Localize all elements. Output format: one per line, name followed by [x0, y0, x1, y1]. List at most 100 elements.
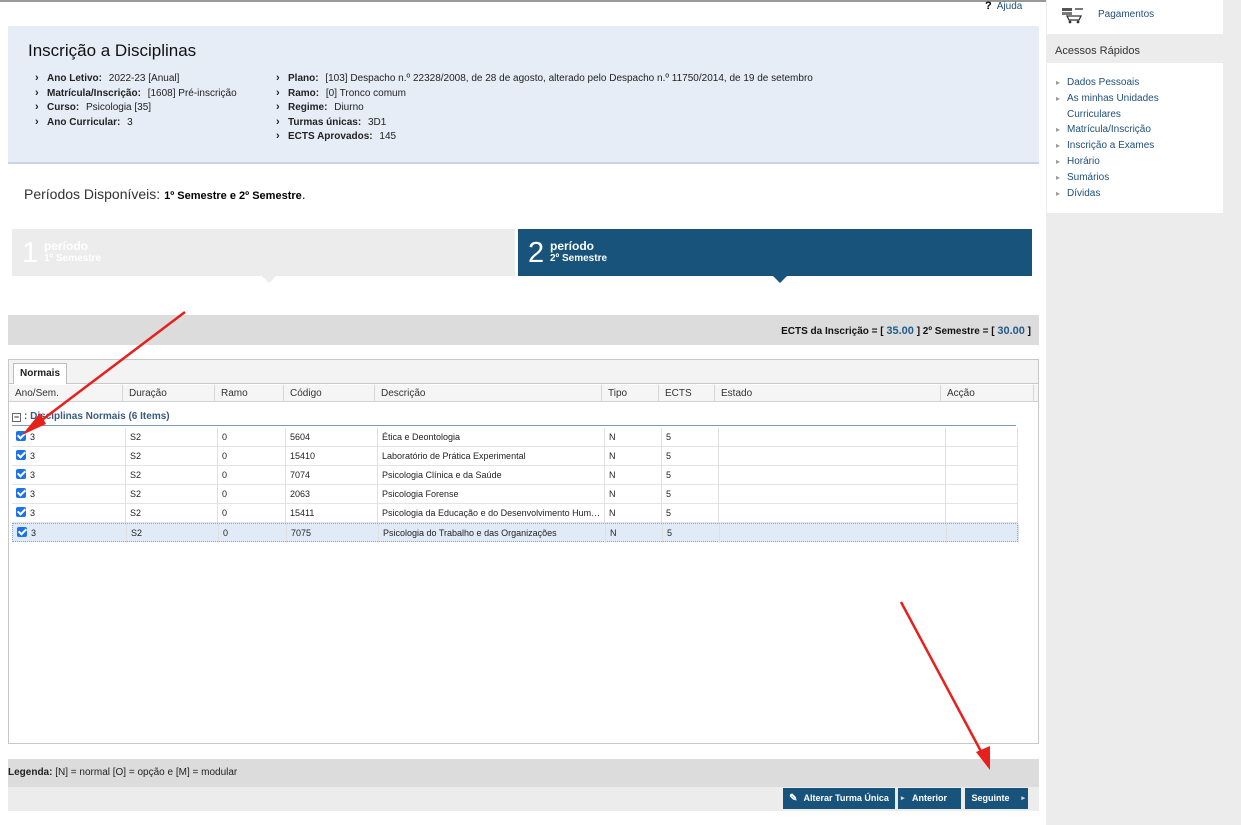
chevron-right-icon: › [276, 86, 280, 99]
info-ano-curricular: › Ano Curricular: 3 [35, 115, 133, 128]
quick-link-matricula[interactable]: ▸ Matrícula/Inscrição [1047, 122, 1197, 138]
pagamentos-link[interactable]: Pagamentos [1098, 9, 1154, 20]
quick-link-dividas[interactable]: ▸ Dívidas [1047, 186, 1197, 202]
checkbox-checked[interactable] [16, 431, 26, 441]
help-link[interactable]: ? Ajuda [985, 0, 1022, 12]
enrollment-info-panel: Inscrição a Disciplinas › Ano Letivo: 202… [8, 26, 1039, 164]
help-label: Ajuda [996, 1, 1023, 12]
col-ramo[interactable]: Ramo [215, 385, 284, 402]
top-divider [0, 0, 1046, 2]
grid-column-headers: Ano/Sem. Duração Ramo Código Descrição T… [9, 385, 1038, 402]
accao-cell [946, 447, 1018, 466]
grid-tabstrip: Normais [9, 360, 1038, 384]
accao-cell [946, 485, 1018, 504]
chevron-right-icon: › [276, 72, 280, 84]
action-bar: ✎ Alterar Turma Única ▸ Anterior Seguinte ▸ [8, 787, 1039, 811]
disciplines-grid: Normais Ano/Sem. Duração Ramo Código Des… [8, 359, 1039, 744]
checkbox-checked[interactable] [16, 507, 26, 517]
arrow-right-icon: ▸ [1056, 125, 1061, 135]
table-row[interactable]: 3 S2 0 2063 Psicologia Forense N 5 [12, 485, 1018, 504]
checkbox-checked[interactable] [16, 469, 26, 479]
ects-total: 35.00 [886, 325, 914, 337]
ects-summary: ECTS da Inscrição = [ 35.00 ] 2º Semestr… [8, 315, 1039, 345]
checkbox-checked[interactable] [16, 450, 26, 460]
ects-semester: 30.00 [997, 325, 1025, 337]
tab-normais[interactable]: Normais [13, 363, 68, 384]
col-tipo[interactable]: Tipo [602, 385, 659, 402]
table-row[interactable]: 3 S2 0 7074 Psicologia Clínica e da Saúd… [12, 466, 1018, 485]
accao-cell [946, 428, 1018, 447]
chevron-right-icon: › [35, 115, 39, 128]
arrow-right-icon: ▸ [1056, 93, 1061, 103]
col-ano-sem[interactable]: Ano/Sem. [9, 385, 123, 402]
accao-cell [947, 524, 1019, 543]
checkbox-checked[interactable] [17, 527, 27, 537]
chevron-right-icon: › [276, 115, 280, 128]
collapse-icon[interactable]: − [12, 413, 21, 422]
info-plano: › Plano: [103] Despacho n.º 22328/2008, d… [276, 72, 813, 84]
col-descricao[interactable]: Descrição [375, 385, 602, 402]
caret-left-icon: ▸ [901, 795, 905, 802]
available-periods: Períodos Disponíveis: 1º Semestre e 2º S… [24, 186, 306, 202]
estado-cell [719, 428, 946, 447]
arrow-right-icon: ▸ [1056, 156, 1061, 166]
quick-access-title: Acessos Rápidos [1055, 45, 1140, 57]
col-duracao[interactable]: Duração [123, 385, 215, 402]
info-right-column: › Plano: [103] Despacho n.º 22328/2008, d… [276, 71, 813, 144]
quick-link-exames[interactable]: ▸ Inscrição a Exames [1047, 138, 1197, 154]
chevron-right-icon: › [35, 72, 39, 84]
quick-link-unidades[interactable]: ▸ As minhas Unidades Curriculares [1047, 91, 1197, 123]
info-regime: › Regime: Diurno [276, 101, 364, 114]
info-ano-letivo: › Ano Letivo: 2022-23 [Anual] [35, 72, 180, 84]
right-sidebar: Pagamentos Acessos Rápidos ▸ Dados Pessoa… [1046, 0, 1241, 825]
col-accao[interactable]: Acção [941, 385, 1034, 402]
payments-box: Pagamentos [1047, 0, 1223, 34]
pencil-icon: ✎ [789, 793, 798, 804]
quick-link-dados-pessoais[interactable]: ▸ Dados Pessoais [1047, 75, 1197, 91]
shopping-cart-icon [1062, 8, 1083, 24]
period-tab-1[interactable]: 1 período 1º Semestre [12, 229, 515, 283]
period-tab-2[interactable]: 2 período 2º Semestre [518, 229, 1032, 283]
quick-link-sumarios[interactable]: ▸ Sumários [1047, 170, 1197, 186]
help-icon: ? [985, 0, 992, 12]
tab-pointer [773, 276, 787, 283]
tab-pointer [262, 276, 276, 283]
accao-cell [946, 466, 1018, 485]
col-estado[interactable]: Estado [715, 385, 941, 402]
estado-cell [719, 485, 946, 504]
chevron-right-icon: › [276, 101, 280, 114]
table-row-selected[interactable]: 3 S2 0 7075 Psicologia do Trabalho e das… [12, 523, 1019, 543]
estado-cell [720, 524, 947, 543]
chevron-right-icon: › [35, 86, 39, 99]
quick-link-horario[interactable]: ▸ Horário [1047, 154, 1197, 170]
info-left-column: › Ano Letivo: 2022-23 [Anual] › Matrícula/… [35, 71, 237, 129]
info-ects-aprovados: › ECTS Aprovados: 145 [276, 130, 397, 143]
table-row[interactable]: 3 S2 0 15410 Laboratório de Prática Expe… [12, 447, 1018, 466]
page-title: Inscrição a Disciplinas [28, 41, 197, 60]
group-disciplinas-normais[interactable]: −: Disciplinas Normais (6 Items) [12, 409, 1016, 426]
table-row[interactable]: 3 S2 0 5604 Ética e Deontologia N 5 [12, 428, 1018, 447]
caret-right-icon: ▸ [1021, 795, 1025, 802]
accao-cell [946, 504, 1018, 523]
quick-access-list: ▸ Dados Pessoais ▸ As minhas Unidades Curr… [1047, 63, 1223, 213]
info-ramo: › Ramo: [0] Tronco comum [276, 86, 406, 99]
seguinte-button[interactable]: Seguinte ▸ [965, 788, 1028, 809]
estado-cell [719, 504, 946, 523]
alterar-turma-button[interactable]: ✎ Alterar Turma Única [783, 788, 895, 809]
arrow-right-icon: ▸ [1056, 141, 1061, 151]
info-curso: › Curso: Psicologia [35] [35, 101, 152, 114]
info-matricula: › Matrícula/Inscrição: [1608] Pré-inscriç… [35, 86, 237, 99]
col-ects[interactable]: ECTS [659, 385, 715, 402]
chevron-right-icon: › [276, 130, 280, 143]
estado-cell [719, 466, 946, 485]
chevron-right-icon: › [35, 101, 39, 114]
col-codigo[interactable]: Código [284, 385, 375, 402]
arrow-right-icon: ▸ [1056, 188, 1061, 198]
arrow-right-icon: ▸ [1056, 172, 1061, 182]
table-row[interactable]: 3 S2 0 15411 Psicologia da Educação e do… [12, 504, 1018, 523]
estado-cell [719, 447, 946, 466]
anterior-button[interactable]: ▸ Anterior [898, 788, 961, 809]
info-turmas: › Turmas únicas: 3D1 [276, 115, 387, 128]
checkbox-checked[interactable] [16, 488, 26, 498]
legend-bar: Legenda: [N] = normal [O] = opção e [M] … [8, 759, 1039, 787]
